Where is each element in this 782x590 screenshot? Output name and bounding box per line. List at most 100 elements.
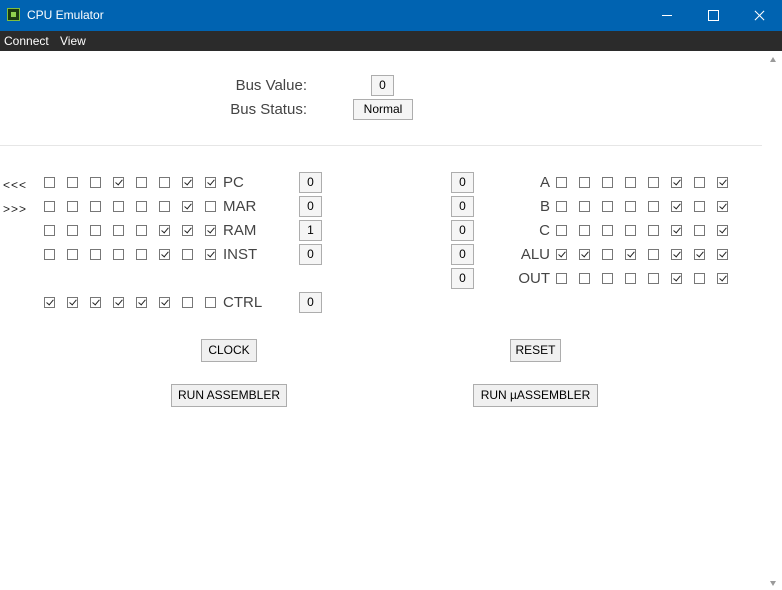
a-bit-checkbox[interactable] — [694, 177, 705, 188]
mar-bit-checkbox[interactable] — [113, 201, 124, 212]
pc-bit-checkbox[interactable] — [159, 177, 170, 188]
b-bit-checkbox[interactable] — [625, 201, 636, 212]
menu-connect[interactable]: Connect — [4, 34, 49, 48]
ctrl-bit-checkbox[interactable] — [159, 297, 170, 308]
a-bit-checkbox[interactable] — [556, 177, 567, 188]
mar-bit-checkbox[interactable] — [182, 201, 193, 212]
bus-value: 0 — [371, 75, 394, 96]
scroll-up-icon[interactable] — [770, 57, 776, 62]
inst-bit-checkbox[interactable] — [90, 249, 101, 260]
out-bit-checkbox[interactable] — [602, 273, 613, 284]
run-assembler-button[interactable]: RUN ASSEMBLER — [171, 384, 287, 407]
close-icon[interactable] — [736, 0, 782, 31]
out-bit-checkbox[interactable] — [694, 273, 705, 284]
inst-bit-checkbox[interactable] — [136, 249, 147, 260]
ctrl-bit-checkbox[interactable] — [44, 297, 55, 308]
pc-bit-checkbox[interactable] — [136, 177, 147, 188]
ctrl-bit-checkbox[interactable] — [67, 297, 78, 308]
inst-register-label: INST — [223, 246, 258, 263]
alu-bit-checkbox[interactable] — [579, 249, 590, 260]
c-bit-checkbox[interactable] — [648, 225, 659, 236]
c-bit-checkbox[interactable] — [694, 225, 705, 236]
ctrl-bit-checkbox[interactable] — [136, 297, 147, 308]
pc-bit-checkbox[interactable] — [205, 177, 216, 188]
pc-register-value: 0 — [299, 172, 322, 193]
scroll-down-icon[interactable] — [770, 581, 776, 586]
pc-bit-checkbox[interactable] — [182, 177, 193, 188]
a-bit-checkbox[interactable] — [671, 177, 682, 188]
a-bit-checkbox[interactable] — [717, 177, 728, 188]
mar-register-value: 0 — [299, 196, 322, 217]
ram-bit-checkbox[interactable] — [159, 225, 170, 236]
out-bit-checkbox[interactable] — [648, 273, 659, 284]
alu-bit-checkbox[interactable] — [648, 249, 659, 260]
b-bit-checkbox[interactable] — [579, 201, 590, 212]
ram-bit-checkbox[interactable] — [90, 225, 101, 236]
inst-bit-checkbox[interactable] — [182, 249, 193, 260]
out-bit-checkbox[interactable] — [671, 273, 682, 284]
b-bit-checkbox[interactable] — [556, 201, 567, 212]
maximize-icon[interactable] — [690, 0, 736, 31]
pc-bit-checkbox[interactable] — [67, 177, 78, 188]
a-bit-checkbox[interactable] — [579, 177, 590, 188]
ctrl-bit-checkbox[interactable] — [182, 297, 193, 308]
inst-bit-checkbox[interactable] — [205, 249, 216, 260]
c-bit-checkbox[interactable] — [717, 225, 728, 236]
minimize-icon[interactable] — [644, 0, 690, 31]
ram-bit-checkbox[interactable] — [113, 225, 124, 236]
b-bit-checkbox[interactable] — [694, 201, 705, 212]
ram-bit-checkbox[interactable] — [205, 225, 216, 236]
shift-right-label[interactable]: >>> — [3, 202, 27, 216]
b-bit-checkbox[interactable] — [717, 201, 728, 212]
c-bit-checkbox[interactable] — [602, 225, 613, 236]
alu-bit-checkbox[interactable] — [694, 249, 705, 260]
clock-button[interactable]: CLOCK — [201, 339, 257, 362]
alu-bit-checkbox[interactable] — [602, 249, 613, 260]
a-bit-checkbox[interactable] — [648, 177, 659, 188]
pc-bit-checkbox[interactable] — [90, 177, 101, 188]
app-icon — [7, 8, 20, 21]
mar-bit-checkbox[interactable] — [159, 201, 170, 212]
out-register-label: OUT — [518, 270, 550, 287]
out-bit-checkbox[interactable] — [717, 273, 728, 284]
mar-bit-checkbox[interactable] — [90, 201, 101, 212]
mar-bit-checkbox[interactable] — [136, 201, 147, 212]
b-bit-checkbox[interactable] — [602, 201, 613, 212]
run-micro-assembler-button[interactable]: RUN µASSEMBLER — [473, 384, 598, 407]
a-bit-checkbox[interactable] — [625, 177, 636, 188]
out-bit-checkbox[interactable] — [625, 273, 636, 284]
mar-bit-checkbox[interactable] — [205, 201, 216, 212]
alu-bit-checkbox[interactable] — [671, 249, 682, 260]
b-bit-checkbox[interactable] — [648, 201, 659, 212]
vertical-scrollbar[interactable] — [765, 51, 782, 590]
mar-bit-checkbox[interactable] — [44, 201, 55, 212]
mar-bit-checkbox[interactable] — [67, 201, 78, 212]
inst-bit-checkbox[interactable] — [67, 249, 78, 260]
alu-bit-checkbox[interactable] — [625, 249, 636, 260]
alu-bit-checkbox[interactable] — [556, 249, 567, 260]
alu-bit-checkbox[interactable] — [717, 249, 728, 260]
ctrl-bit-checkbox[interactable] — [90, 297, 101, 308]
out-bit-checkbox[interactable] — [556, 273, 567, 284]
inst-bit-checkbox[interactable] — [113, 249, 124, 260]
menu-view[interactable]: View — [60, 34, 86, 48]
pc-bit-checkbox[interactable] — [113, 177, 124, 188]
c-bit-checkbox[interactable] — [625, 225, 636, 236]
c-bit-checkbox[interactable] — [579, 225, 590, 236]
ctrl-bit-checkbox[interactable] — [205, 297, 216, 308]
reset-button[interactable]: RESET — [510, 339, 561, 362]
ctrl-bit-checkbox[interactable] — [113, 297, 124, 308]
out-bit-checkbox[interactable] — [579, 273, 590, 284]
shift-left-label[interactable]: <<< — [3, 178, 27, 192]
c-bit-checkbox[interactable] — [556, 225, 567, 236]
c-bit-checkbox[interactable] — [671, 225, 682, 236]
ram-bit-checkbox[interactable] — [136, 225, 147, 236]
inst-bit-checkbox[interactable] — [44, 249, 55, 260]
ram-bit-checkbox[interactable] — [182, 225, 193, 236]
b-bit-checkbox[interactable] — [671, 201, 682, 212]
pc-bit-checkbox[interactable] — [44, 177, 55, 188]
ram-bit-checkbox[interactable] — [44, 225, 55, 236]
inst-bit-checkbox[interactable] — [159, 249, 170, 260]
ram-bit-checkbox[interactable] — [67, 225, 78, 236]
a-bit-checkbox[interactable] — [602, 177, 613, 188]
